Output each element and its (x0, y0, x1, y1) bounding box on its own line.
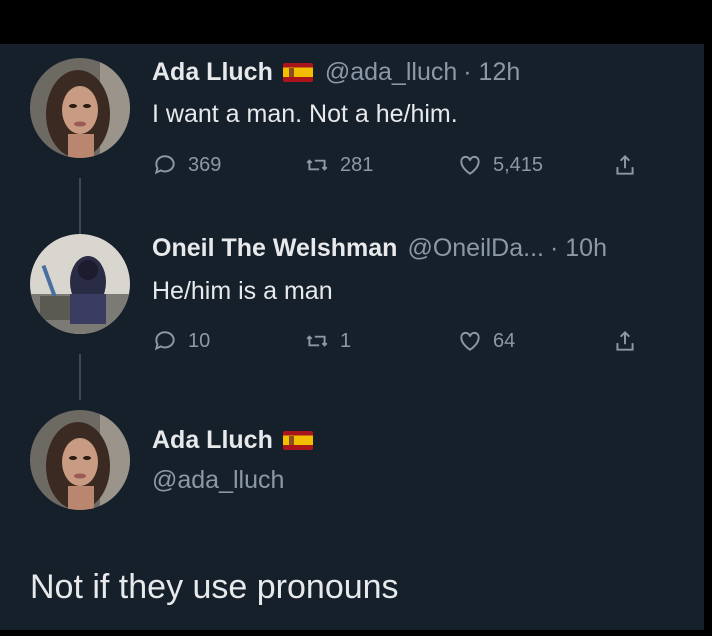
user-handle[interactable]: @ada_lluch (325, 58, 457, 87)
retweet-count: 281 (340, 153, 374, 176)
spain-flag-icon (282, 63, 313, 82)
share-icon (616, 330, 634, 351)
display-name[interactable]: Ada Lluch (152, 426, 273, 455)
thread-line (79, 354, 81, 400)
user-handle[interactable]: @OneilDa... (407, 234, 544, 263)
share-icon (616, 154, 634, 175)
tweet-header: Oneil The Welshman @OneilDa... · 10h (152, 234, 607, 263)
speech-bubble-icon (154, 155, 175, 175)
spain-flag-icon (282, 431, 313, 450)
tweet-actions: 10 1 64 (152, 328, 652, 360)
avatar-ada-lluch-reply[interactable] (30, 410, 130, 510)
timestamp[interactable]: · 12h (463, 58, 520, 87)
reply-count: 369 (188, 153, 222, 176)
reply-button[interactable]: 369 (152, 152, 221, 178)
tweet-thread-screenshot: Ada Lluch @ada_lluch · 12h I want a man.… (0, 44, 704, 630)
user-handle[interactable]: @ada_lluch (152, 466, 284, 495)
like-count: 5,415 (493, 153, 544, 176)
reply-count: 10 (188, 329, 211, 352)
retweet-count: 1 (340, 329, 352, 352)
heart-icon (460, 155, 480, 175)
avatar-oneil[interactable] (30, 234, 130, 334)
like-button[interactable]: 64 (457, 328, 515, 354)
reply-text: Not if they use pronouns (30, 568, 399, 606)
tweet-header: Ada Lluch @ada_lluch · 12h (152, 58, 520, 87)
retweet-icon (306, 159, 328, 171)
like-button[interactable]: 5,415 (457, 152, 543, 178)
tweet-text: I want a man. Not a he/him. (152, 100, 458, 128)
retweet-button[interactable]: 281 (304, 152, 373, 178)
share-button[interactable] (612, 328, 638, 354)
retweet-button[interactable]: 1 (304, 328, 351, 354)
tweet-actions: 369 281 5,415 (152, 152, 652, 184)
display-name[interactable]: Oneil The Welshman (152, 234, 397, 263)
reply-button[interactable]: 10 (152, 328, 210, 354)
retweet-icon (306, 335, 328, 347)
speech-bubble-icon (154, 331, 175, 351)
like-count: 64 (493, 329, 516, 352)
share-button[interactable] (612, 152, 638, 178)
avatar-ada-lluch[interactable] (30, 58, 130, 158)
reply-header: Ada Lluch (152, 426, 325, 455)
heart-icon (460, 331, 480, 351)
display-name[interactable]: Ada Lluch (152, 58, 273, 87)
timestamp[interactable]: · 10h (550, 234, 607, 263)
tweet-text: He/him is a man (152, 277, 333, 305)
